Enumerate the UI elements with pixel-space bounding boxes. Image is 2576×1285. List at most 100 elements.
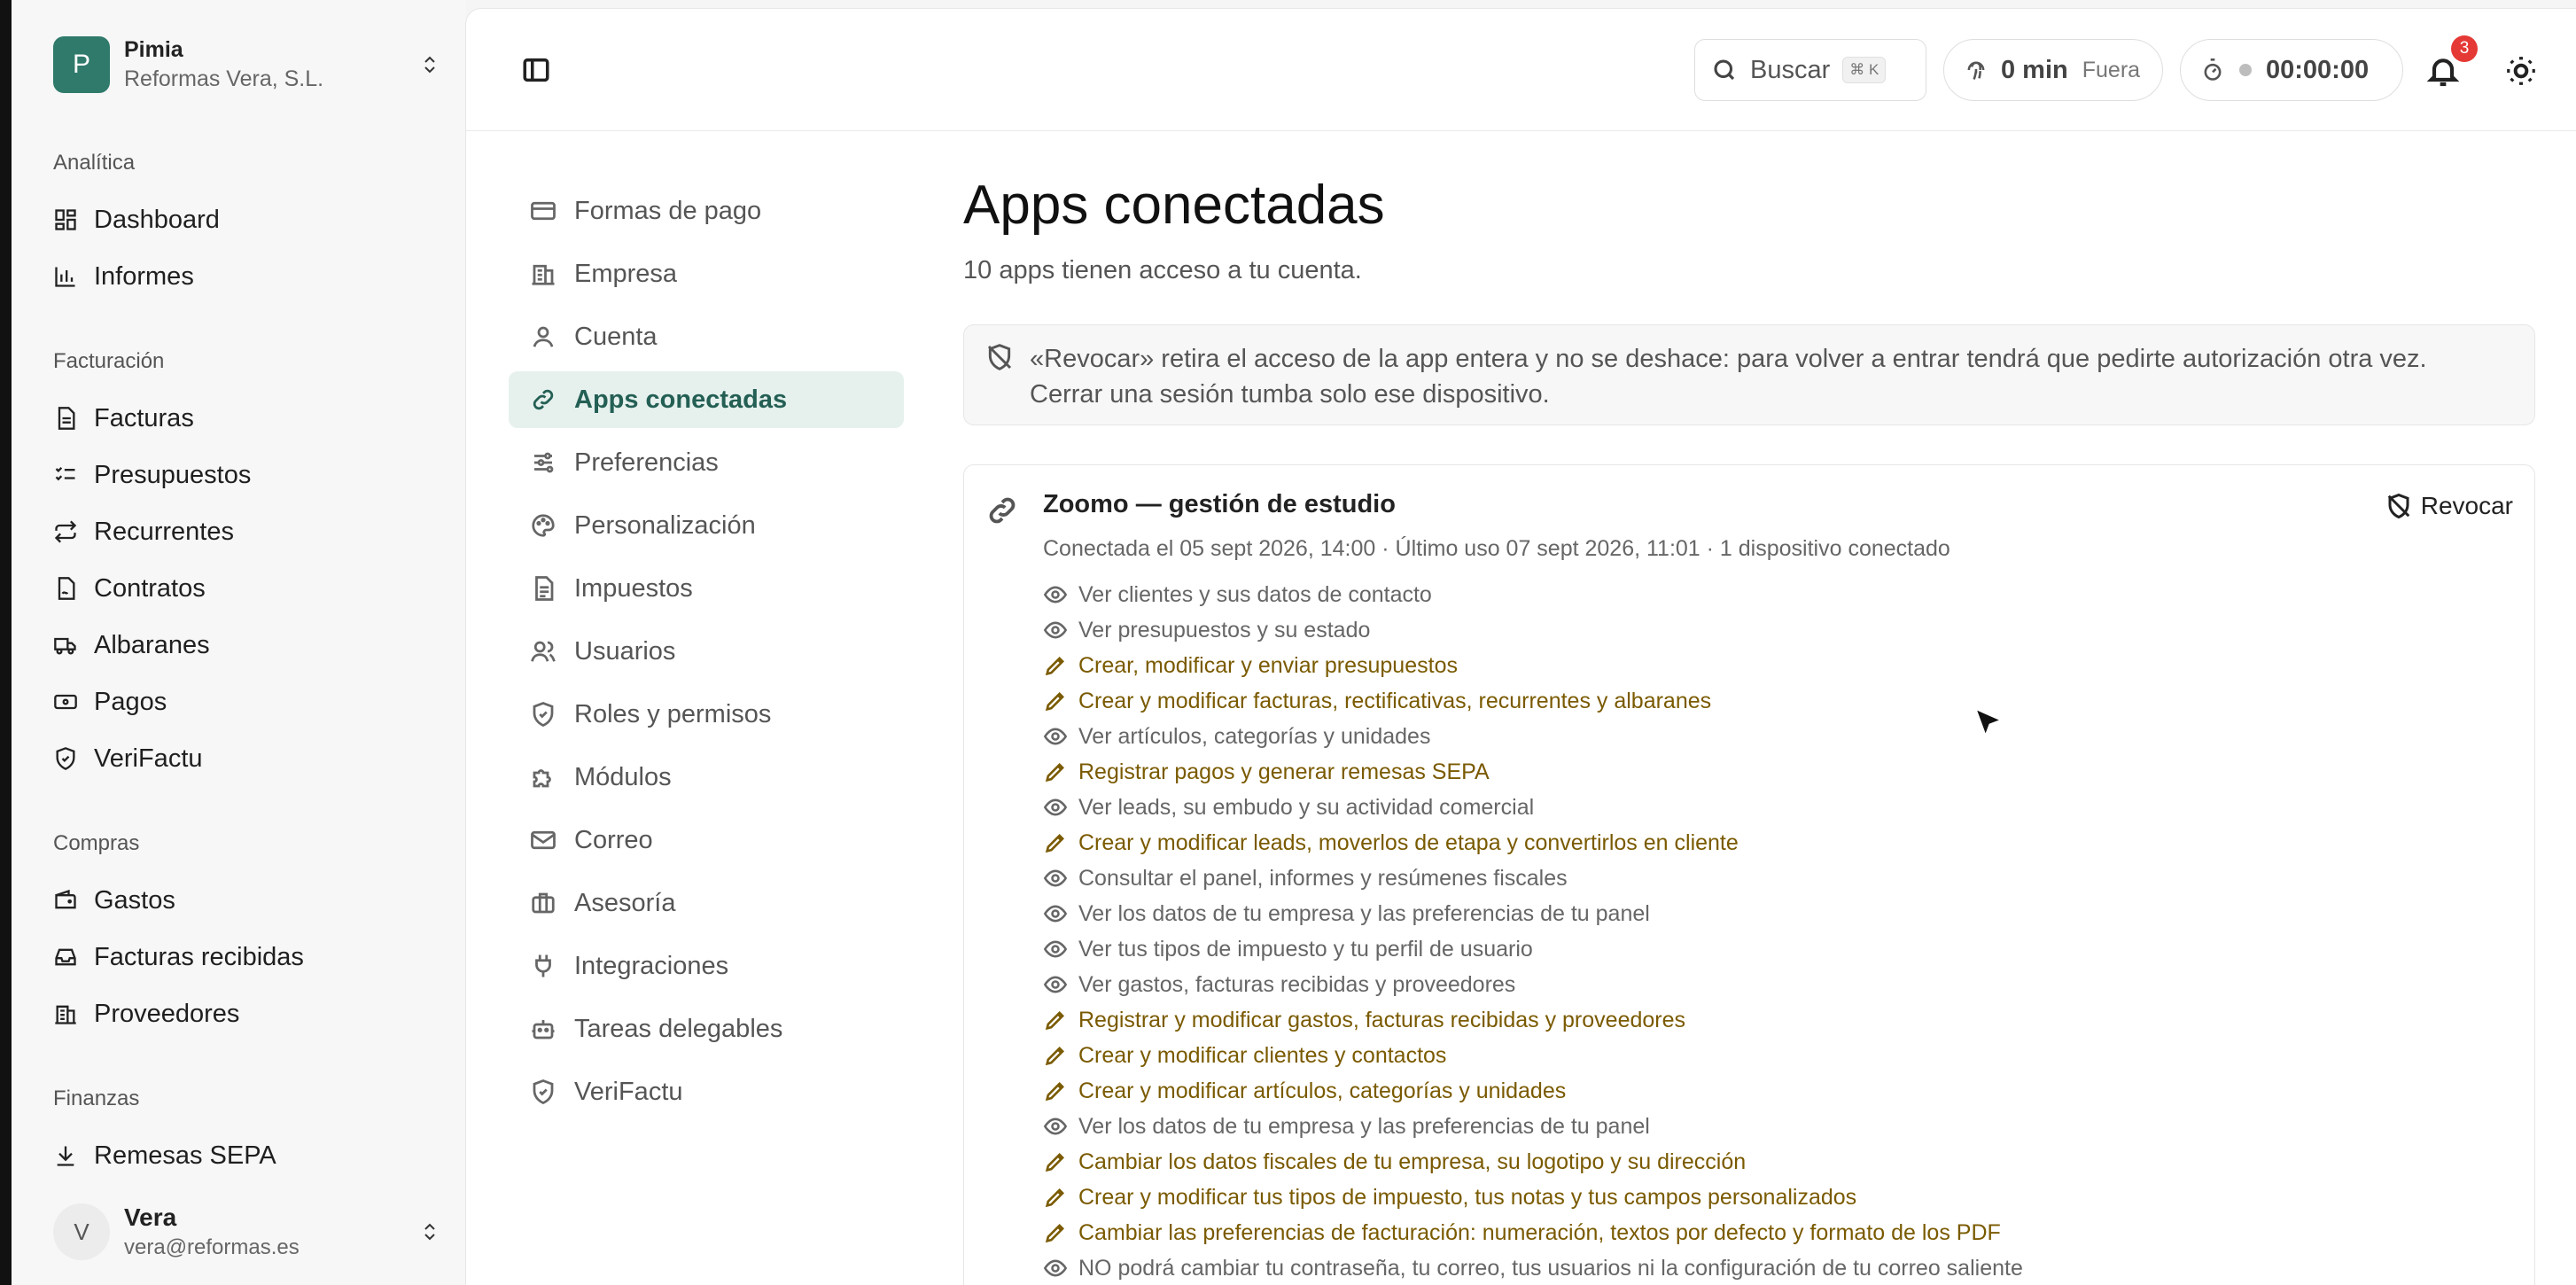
sidebar-item-contratos[interactable]: Contratos xyxy=(53,566,206,611)
user-name: Vera xyxy=(124,1203,177,1231)
permission-text: Ver leads, su embudo y su actividad come… xyxy=(1078,794,1535,820)
user-switcher[interactable]: V Vera vera@reformas.es xyxy=(53,1196,443,1267)
permission-text: Crear y modificar tus tipos de impuesto,… xyxy=(1078,1184,1857,1210)
settings-item-asesoria[interactable]: Asesoría xyxy=(509,875,904,931)
sidebar-toggle-button[interactable] xyxy=(521,55,551,85)
notice-line-2: Cerrar una sesión tumba solo ese disposi… xyxy=(1030,380,1550,409)
settings-item-impuestos[interactable]: Impuestos xyxy=(509,560,904,617)
settings-item-modulos[interactable]: Módulos xyxy=(509,749,904,806)
settings-item-formas-de-pago[interactable]: Formas de pago xyxy=(509,183,904,239)
notification-badge: 3 xyxy=(2451,35,2478,62)
sidebar-item-verifactu[interactable]: VeriFactu xyxy=(53,736,203,781)
permission-item: Registrar pagos y generar remesas SEPA xyxy=(1043,754,2023,790)
wallet-icon xyxy=(55,889,76,909)
sidebar-item-informes[interactable]: Informes xyxy=(53,254,194,299)
permission-text: Crear y modificar clientes y contactos xyxy=(1078,1042,1447,1068)
permission-text: Registrar y modificar gastos, facturas r… xyxy=(1078,1007,1686,1032)
settings-item-empresa[interactable]: Empresa xyxy=(509,245,904,302)
permission-text: Ver gastos, facturas recibidas y proveed… xyxy=(1078,971,1516,997)
permission-text: Crear y modificar leads, moverlos de eta… xyxy=(1078,829,1739,855)
settings-item-integraciones[interactable]: Integraciones xyxy=(509,938,904,994)
stopwatch-icon xyxy=(2204,58,2222,81)
permission-text: Consultar el panel, informes y resúmenes… xyxy=(1078,865,1568,891)
settings-item-label: Personalización xyxy=(574,510,756,540)
settings-item-usuarios[interactable]: Usuarios xyxy=(509,623,904,680)
permission-item: Ver los datos de tu empresa y las prefer… xyxy=(1043,1109,2023,1144)
settings-nav: Formas de pago Empresa Cuenta Apps conec… xyxy=(509,183,904,1126)
sidebar-item-label: Recurrentes xyxy=(94,517,234,546)
settings-item-apps-conectadas[interactable]: Apps conectadas xyxy=(509,371,904,428)
settings-item-label: Módulos xyxy=(574,762,672,791)
pencil-icon xyxy=(1045,1047,1064,1066)
settings-item-label: VeriFactu xyxy=(574,1077,683,1106)
sidebar-item-label: Remesas SEPA xyxy=(94,1141,276,1170)
settings-item-roles-y-permisos[interactable]: Roles y permisos xyxy=(509,686,904,743)
eye-icon xyxy=(1043,621,1068,639)
section-title-analitica: Analítica xyxy=(53,151,136,175)
permission-item: Ver clientes y sus datos de contacto xyxy=(1043,577,2023,612)
sidebar-item-label: Contratos xyxy=(94,573,206,603)
permission-item: Crear, modificar y enviar presupuestos xyxy=(1043,648,2023,683)
cash-icon xyxy=(54,694,77,710)
sidebar-item-facturas-recibidas[interactable]: Facturas recibidas xyxy=(53,935,304,979)
time-value: 0 min xyxy=(2001,55,2068,84)
eye-icon xyxy=(1043,1259,1068,1277)
section-title-finanzas: Finanzas xyxy=(53,1086,140,1110)
chevron-updown-icon xyxy=(416,1219,443,1245)
pencil-icon xyxy=(1045,1011,1064,1031)
sidebar-item-dashboard[interactable]: Dashboard xyxy=(53,198,220,242)
settings-item-personalizacion[interactable]: Personalización xyxy=(509,497,904,554)
org-name: Pimia xyxy=(124,37,183,62)
permission-item: Consultar el panel, informes y resúmenes… xyxy=(1043,861,2023,896)
sidebar-item-presupuestos[interactable]: Presupuestos xyxy=(53,453,251,497)
org-switcher[interactable]: P Pimia Reformas Vera, S.L. xyxy=(53,35,443,94)
sliders-icon xyxy=(534,452,554,473)
mouse-cursor-icon xyxy=(1973,705,2005,740)
settings-item-correo[interactable]: Correo xyxy=(509,812,904,868)
permission-text: Ver presupuestos y su estado xyxy=(1078,617,1371,642)
sidebar-item-recurrentes[interactable]: Recurrentes xyxy=(53,510,234,554)
sidebar-item-pagos[interactable]: Pagos xyxy=(53,680,167,724)
sidebar-item-proveedores[interactable]: Proveedores xyxy=(53,992,239,1036)
pencil-icon xyxy=(1045,1082,1064,1102)
shield-icon xyxy=(56,747,75,770)
timer-status-dot xyxy=(2239,64,2252,76)
theme-toggle-button[interactable] xyxy=(2504,54,2538,88)
sidebar-item-label: Presupuestos xyxy=(94,460,252,489)
settings-item-verifactu[interactable]: VeriFactu xyxy=(509,1063,904,1120)
settings-item-label: Tareas delegables xyxy=(574,1014,783,1043)
eye-icon xyxy=(1043,586,1068,604)
fingerprint-icon xyxy=(1967,61,1985,80)
settings-item-tareas-delegables[interactable]: Tareas delegables xyxy=(509,1001,904,1057)
search-label: Buscar xyxy=(1750,55,1831,84)
permission-text: Ver los datos de tu empresa y las prefer… xyxy=(1078,900,1650,926)
revoke-label: Revocar xyxy=(2420,492,2513,519)
timer-button[interactable]: 00:00:00 xyxy=(2180,39,2403,101)
revoke-button[interactable]: Revocar xyxy=(2385,492,2513,520)
settings-item-label: Apps conectadas xyxy=(574,385,788,414)
sidebar-item-remesas-sepa[interactable]: Remesas SEPA xyxy=(53,1133,276,1178)
section-title-facturacion: Facturación xyxy=(53,349,165,373)
settings-item-label: Usuarios xyxy=(574,636,676,666)
org-avatar: P xyxy=(53,36,110,93)
sidebar-item-facturas[interactable]: Facturas xyxy=(53,396,194,440)
chevron-updown-icon xyxy=(416,51,443,78)
eye-icon xyxy=(1043,798,1068,816)
window-edge xyxy=(0,0,12,1285)
section-title-compras: Compras xyxy=(53,831,140,855)
settings-item-label: Preferencias xyxy=(574,448,719,477)
file-icon xyxy=(58,407,75,430)
content: Apps conectadas 10 apps tienen acceso a … xyxy=(963,174,2535,1285)
attendance-button[interactable]: 0 min Fuera xyxy=(1943,39,2163,101)
permission-item: Ver leads, su embudo y su actividad come… xyxy=(1043,790,2023,825)
settings-item-preferencias[interactable]: Preferencias xyxy=(509,434,904,491)
eye-icon xyxy=(1043,1118,1068,1135)
permission-item: Registrar y modificar gastos, facturas r… xyxy=(1043,1002,2023,1038)
permission-item: Ver presupuestos y su estado xyxy=(1043,612,2023,648)
settings-item-cuenta[interactable]: Cuenta xyxy=(509,308,904,365)
notice-line-1: «Revocar» retira el acceso de la app ent… xyxy=(1030,345,2427,373)
sidebar-item-albaranes[interactable]: Albaranes xyxy=(53,623,210,667)
sidebar-item-gastos[interactable]: Gastos xyxy=(53,878,175,923)
shield-off-icon xyxy=(987,344,1012,370)
search-button[interactable]: Buscar ⌘ K xyxy=(1694,39,1926,101)
